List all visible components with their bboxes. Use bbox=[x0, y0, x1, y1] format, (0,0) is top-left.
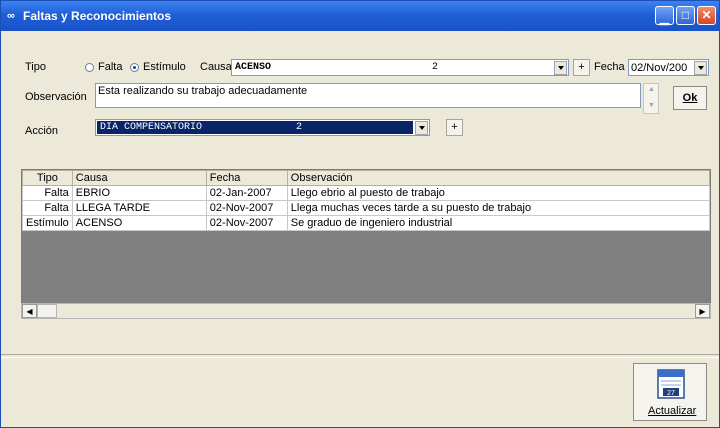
chevron-down-icon[interactable] bbox=[415, 121, 428, 135]
chevron-down-icon[interactable] bbox=[694, 61, 707, 75]
close-icon: ✕ bbox=[701, 8, 712, 22]
radio-falta-label[interactable]: Falta bbox=[98, 61, 122, 73]
records-table: Tipo Causa Fecha Observación Falta EBRIO… bbox=[22, 170, 710, 231]
add-causa-button[interactable]: + bbox=[573, 59, 590, 76]
col-header-fecha[interactable]: Fecha bbox=[205, 170, 288, 186]
observacion-value: Esta realizando su trabajo adecuadamente bbox=[98, 85, 308, 97]
cell-causa[interactable]: LLEGA TARDE bbox=[71, 200, 207, 216]
cell-tipo[interactable]: Estímulo bbox=[22, 215, 73, 231]
scroll-thumb[interactable] bbox=[37, 304, 57, 318]
causa-label: Causa bbox=[200, 61, 232, 73]
title-bar[interactable]: ∞ Faltas y Reconocimientos ▁ □ ✕ bbox=[1, 1, 719, 31]
accion-label: Acción bbox=[25, 125, 59, 137]
add-accion-button[interactable]: + bbox=[446, 119, 463, 136]
minimize-button[interactable]: ▁ bbox=[655, 6, 674, 25]
causa-value: ACENSO bbox=[235, 62, 272, 73]
maximize-icon: □ bbox=[681, 8, 690, 22]
records-grid[interactable]: Tipo Causa Fecha Observación Falta EBRIO… bbox=[21, 169, 711, 317]
accion-value: DIA COMPENSATORIO bbox=[100, 122, 203, 133]
cell-fecha[interactable]: 02-Nov-2007 bbox=[205, 215, 288, 231]
observacion-scrollbar[interactable]: ▲ ▼ bbox=[643, 83, 659, 114]
col-header-causa[interactable]: Causa bbox=[71, 170, 207, 186]
cell-tipo[interactable]: Falta bbox=[22, 200, 73, 216]
radio-falta[interactable] bbox=[85, 63, 94, 72]
main-window: ∞ Faltas y Reconocimientos ▁ □ ✕ Tipo Fa… bbox=[0, 0, 720, 428]
radio-estimulo[interactable] bbox=[130, 63, 139, 72]
cell-observacion[interactable]: Se graduo de ingeniero industrial bbox=[286, 215, 710, 231]
fecha-picker[interactable]: 02/Nov/200 bbox=[628, 59, 709, 76]
table-row[interactable]: Falta LLEGA TARDE 02-Nov-2007 Llega much… bbox=[22, 200, 710, 216]
cell-causa[interactable]: EBRIO bbox=[71, 185, 207, 201]
ok-button[interactable]: Ok bbox=[673, 86, 707, 110]
tipo-label: Tipo bbox=[25, 61, 46, 73]
cell-fecha[interactable]: 02-Jan-2007 bbox=[205, 185, 288, 201]
table-row[interactable]: Estímulo ACENSO 02-Nov-2007 Se graduo de… bbox=[22, 215, 710, 231]
minimize-icon: ▁ bbox=[659, 11, 670, 25]
fecha-value: 02/Nov/200 bbox=[631, 62, 688, 74]
cell-fecha[interactable]: 02-Nov-2007 bbox=[205, 200, 288, 216]
update-button-label: Actualizar bbox=[648, 405, 697, 417]
col-header-tipo[interactable]: Tipo bbox=[22, 170, 73, 186]
cell-causa[interactable]: ACENSO bbox=[71, 215, 207, 231]
grid-horizontal-scrollbar[interactable]: ◀ ▶ bbox=[21, 303, 711, 319]
glasses-icon: ∞ bbox=[7, 10, 15, 22]
causa-dropdown[interactable]: ACENSO 2 bbox=[231, 59, 569, 76]
close-button[interactable]: ✕ bbox=[697, 6, 716, 25]
maximize-button[interactable]: □ bbox=[676, 6, 695, 25]
window-title: Faltas y Reconocimientos bbox=[23, 9, 172, 23]
scroll-left-icon[interactable]: ◀ bbox=[22, 304, 37, 318]
scroll-up-icon[interactable]: ▲ bbox=[648, 86, 655, 93]
scroll-down-icon[interactable]: ▼ bbox=[648, 102, 655, 109]
divider bbox=[1, 354, 719, 358]
calendar-update-icon: 27 bbox=[657, 369, 685, 399]
causa-code: 2 bbox=[432, 62, 439, 73]
chevron-down-icon[interactable] bbox=[554, 61, 567, 75]
fecha-label: Fecha bbox=[594, 61, 625, 73]
accion-code: 2 bbox=[296, 122, 303, 133]
update-button[interactable]: 27 Actualizar bbox=[633, 363, 707, 421]
cell-observacion[interactable]: Llego ebrio al puesto de trabajo bbox=[286, 185, 710, 201]
observacion-label: Observación bbox=[25, 91, 87, 103]
radio-estimulo-label[interactable]: Estímulo bbox=[143, 61, 186, 73]
grid-header-row: Tipo Causa Fecha Observación bbox=[22, 170, 710, 186]
table-row[interactable]: Falta EBRIO 02-Jan-2007 Llego ebrio al p… bbox=[22, 185, 710, 201]
cell-observacion[interactable]: Llega muchas veces tarde a su puesto de … bbox=[286, 200, 710, 216]
cell-tipo[interactable]: Falta bbox=[22, 185, 73, 201]
observacion-field[interactable]: Esta realizando su trabajo adecuadamente bbox=[95, 83, 641, 108]
col-header-observacion[interactable]: Observación bbox=[286, 170, 710, 186]
accion-dropdown[interactable]: DIA COMPENSATORIO 2 bbox=[95, 119, 430, 136]
svg-text:27: 27 bbox=[667, 390, 675, 397]
scroll-right-icon[interactable]: ▶ bbox=[695, 304, 710, 318]
